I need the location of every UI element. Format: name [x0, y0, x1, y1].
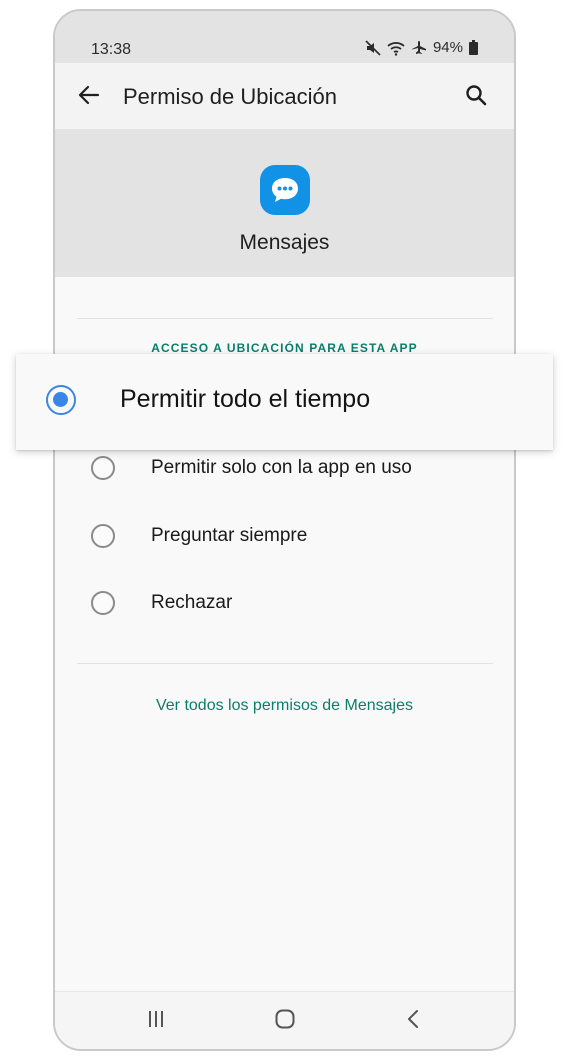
divider-top	[77, 318, 493, 319]
wifi-icon	[387, 40, 405, 56]
option-label: Rechazar	[151, 592, 233, 613]
option-deny[interactable]: Rechazar	[55, 575, 514, 631]
home-button[interactable]	[270, 1008, 300, 1034]
search-icon	[465, 84, 487, 111]
nav-back-button[interactable]	[398, 1008, 428, 1034]
app-bar: Permiso de Ubicación	[55, 63, 514, 129]
option-ask-always[interactable]: Preguntar siempre	[55, 508, 514, 564]
all-permissions-link[interactable]: Ver todos los permisos de Mensajes	[55, 697, 514, 715]
radio-selected-dot	[53, 392, 68, 407]
radio-unselected[interactable]	[91, 524, 115, 548]
back-icon	[406, 1008, 420, 1035]
back-button[interactable]	[75, 83, 103, 111]
search-button[interactable]	[462, 83, 490, 111]
page-title: Permiso de Ubicación	[123, 84, 337, 109]
option-label: Preguntar siempre	[151, 525, 308, 546]
mute-icon	[365, 39, 381, 56]
airplane-icon	[411, 40, 427, 56]
app-name: Mensajes	[239, 231, 330, 254]
message-bubble-icon	[260, 165, 310, 215]
radio-unselected[interactable]	[91, 456, 115, 480]
option-allow-all-time[interactable]: Permitir todo el tiempo	[16, 354, 553, 450]
status-bar: 13:38 94%	[55, 11, 514, 63]
arrow-left-icon	[78, 84, 100, 111]
app-header: Mensajes	[55, 129, 514, 277]
status-time: 13:38	[91, 41, 132, 58]
option-label-highlighted: Permitir todo el tiempo	[120, 385, 371, 413]
radio-selected[interactable]	[46, 385, 76, 415]
recents-button[interactable]	[141, 1008, 171, 1034]
recents-icon	[146, 1009, 166, 1034]
option-label: Permitir solo con la app en uso	[151, 457, 412, 478]
battery-icon	[469, 40, 478, 55]
navigation-bar	[55, 991, 514, 1049]
battery-percent: 94%	[432, 39, 463, 56]
section-label: ACCESO A UBICACIÓN PARA ESTA APP	[151, 341, 418, 355]
radio-unselected[interactable]	[91, 591, 115, 615]
status-icons: 94%	[365, 39, 478, 56]
phone-frame: 13:38 94% Permiso de Ubicación Mensajes …	[53, 9, 516, 1051]
home-icon	[274, 1008, 296, 1035]
divider-bottom	[77, 663, 493, 664]
